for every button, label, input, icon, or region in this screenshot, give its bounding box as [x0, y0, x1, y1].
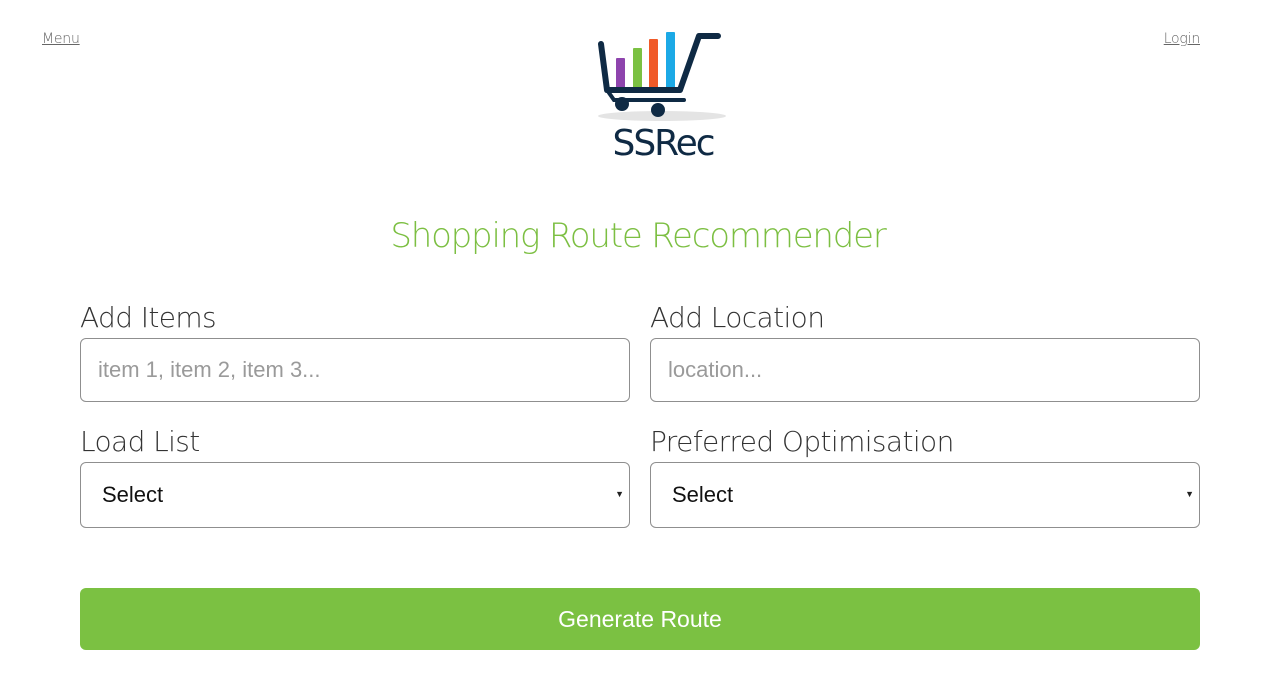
preferred-optimisation-select[interactable]: Select ▼ [650, 462, 1200, 528]
load-list-label: Load List [80, 425, 200, 458]
shopping-cart-icon [598, 32, 726, 121]
add-items-label: Add Items [80, 301, 217, 334]
chevron-down-icon: ▼ [1185, 489, 1194, 499]
load-list-selected-value: Select [102, 482, 164, 507]
chevron-down-icon: ▼ [615, 489, 624, 499]
generate-route-button[interactable]: Generate Route [80, 588, 1200, 650]
load-list-select[interactable]: Select ▼ [80, 462, 630, 528]
add-location-input[interactable] [650, 338, 1200, 402]
ssrec-logo: SSRec [596, 26, 730, 166]
page-title: Shopping Route Recommender [390, 216, 887, 256]
preferred-optimisation-label: Preferred Optimisation [650, 425, 954, 458]
menu-link[interactable]: Menu [42, 31, 80, 47]
add-items-input[interactable] [80, 338, 630, 402]
logo-text: SSRec [612, 123, 715, 164]
login-link[interactable]: Login [1164, 31, 1200, 47]
add-location-label: Add Location [650, 301, 825, 334]
preferred-optimisation-selected-value: Select [672, 482, 734, 507]
